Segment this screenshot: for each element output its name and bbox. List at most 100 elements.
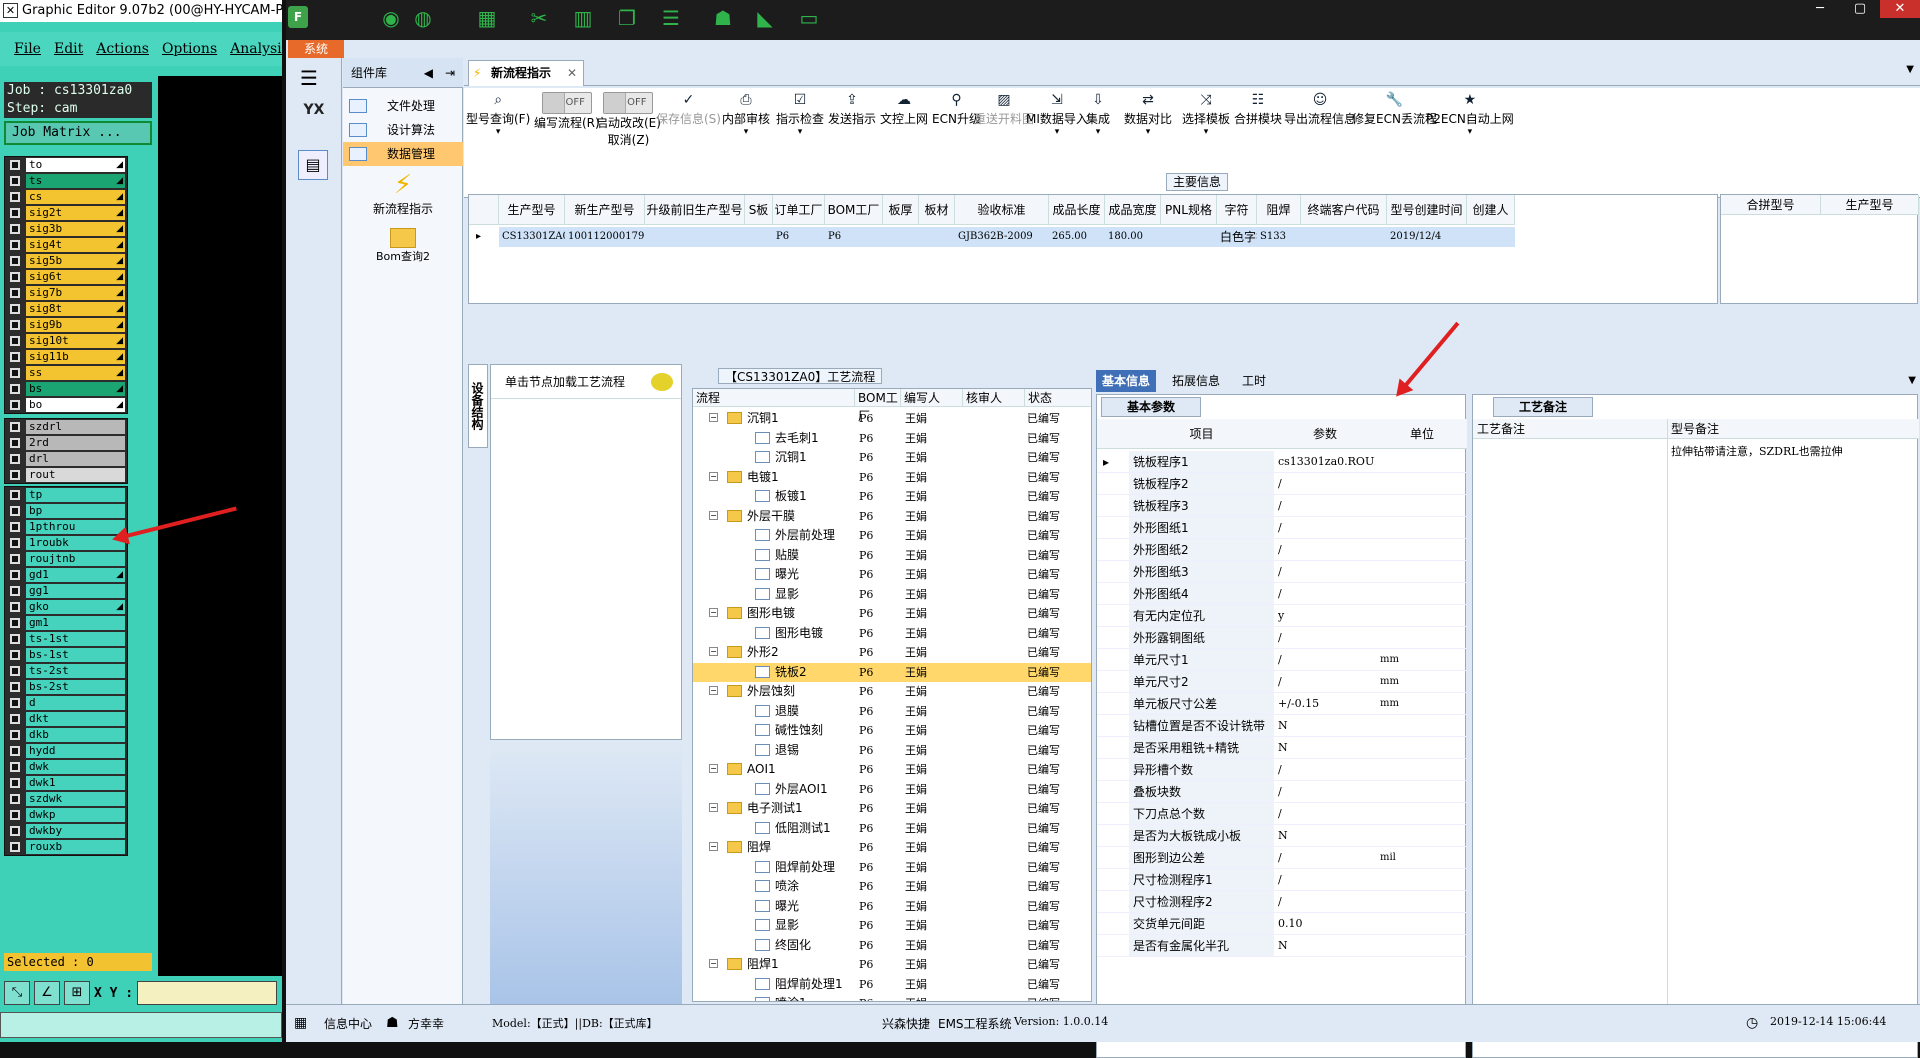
user-tool-icon[interactable]: ☗ [710,6,736,30]
layer-row[interactable]: d [5,695,127,711]
layer-row[interactable]: szdrl [5,419,127,435]
layer-row[interactable]: hydd [5,743,127,759]
nav-item-file[interactable]: 文件处理 [343,94,463,118]
dropdown-arrow-icon[interactable]: ▾ [1426,127,1514,137]
grid-icon[interactable]: ▦ [294,1015,307,1031]
param-value[interactable]: / [1275,495,1375,517]
layer-name[interactable]: dkt [26,712,125,726]
tree-row[interactable]: − 图形电镀 P6 王娟 已编写 [693,604,1091,623]
ribbon-button[interactable]: ☷ 合拼模块 [1234,92,1282,184]
param-value[interactable]: / [1275,781,1375,803]
layer-row[interactable]: dwk [5,759,127,775]
layer-row[interactable]: dwkp [5,807,127,823]
layer-name[interactable]: ts-2st [26,664,125,678]
layer-checkbox[interactable] [10,634,20,644]
ribbon-button[interactable]: 🔧 修复ECN丢流程 [1352,92,1437,184]
system-tab[interactable]: 系统 [288,40,344,58]
tab-new-process[interactable]: ⚡ 新流程指示 ✕ [468,60,584,86]
layer-checkbox[interactable] [10,470,20,480]
layer-checkbox[interactable] [10,506,20,516]
layer-checkbox[interactable] [10,538,20,548]
column-header[interactable]: 升级前旧生产型号 [645,195,745,225]
layer-checkbox[interactable] [10,320,20,330]
param-row[interactable]: 下刀点总个数 / [1097,803,1467,825]
layer-row[interactable]: roujtnb [5,551,127,567]
grid-cell[interactable]: CS13301ZA0 [499,227,565,247]
tabbar-dropdown-icon[interactable]: ▼ [1906,64,1914,75]
layer-name[interactable]: rouxb [26,840,125,854]
param-row[interactable]: 尺寸检测程序1/ [1097,869,1467,891]
layer-checkbox[interactable] [10,618,20,628]
param-row[interactable]: 外形图纸2/ [1097,539,1467,561]
ribbon-button[interactable]: ⇲ MI数据导入 ▾ [1026,92,1088,184]
layer-row[interactable]: tp [5,487,127,503]
layer-row[interactable]: sig5b ◢ [5,253,127,269]
layer-row[interactable]: 1pthrou [5,519,127,535]
column-header[interactable]: PNL规格 [1161,195,1217,225]
copy-tool-icon[interactable]: ❐ [614,6,640,30]
tree-row[interactable]: 退锡 P6 王娟 已编写 [693,741,1091,760]
column-header[interactable]: 成品宽度 [1105,195,1161,225]
param-row[interactable]: 钻槽位置是否不设计铣带 N [1097,715,1467,737]
layer-row[interactable]: 1roubk [5,535,127,551]
layer-name[interactable]: bs-1st [26,648,125,662]
layer-row[interactable]: dwkby [5,823,127,839]
tree-row[interactable]: 退膜 P6 王娟 已编写 [693,702,1091,721]
layer-name[interactable]: sig2t [26,206,125,220]
chart-tool-icon[interactable]: ◣ [752,6,778,30]
param-value[interactable]: / [1275,517,1375,539]
layer-checkbox[interactable] [10,490,20,500]
grid-cell[interactable]: 10011200017906 [565,227,645,247]
param-value[interactable]: / [1275,671,1375,693]
param-row[interactable]: 是否有金属化半孔 N [1097,935,1467,957]
layer-checkbox[interactable] [10,730,20,740]
layer-checkbox[interactable] [10,778,20,788]
ribbon-button[interactable]: ⇄ 数据对比 ▾ [1124,92,1172,184]
maximize-icon[interactable]: ▢ [1840,0,1880,18]
layer-row[interactable]: sig7b ◢ [5,285,127,301]
layer-checkbox[interactable] [10,666,20,676]
menu-icon[interactable]: ☰ [300,66,318,90]
layer-row[interactable]: cs ◢ [5,189,127,205]
layer-name[interactable]: sig11b [26,350,125,364]
grid-cell[interactable]: GJB362B-2009 [955,227,1049,247]
layer-name[interactable]: szdrl [26,420,125,434]
collapse-toggle-icon[interactable]: − [709,764,718,773]
column-header[interactable]: 编写人 [901,389,963,407]
layer-checkbox[interactable] [10,810,20,820]
layer-name[interactable]: sig7b [26,286,125,300]
info-dropdown-icon[interactable]: ▼ [1902,370,1920,392]
param-row[interactable]: 外形露铜图纸 / [1097,627,1467,649]
param-value[interactable]: / [1275,583,1375,605]
dropdown-arrow-icon[interactable]: ▾ [722,127,770,137]
tree-row[interactable]: 阻焊前处理 P6 王娟 已编写 [693,858,1091,877]
layer-row[interactable]: sig8t ◢ [5,301,127,317]
tree-row[interactable]: 阻焊前处理1 P6 王娟 已编写 [693,975,1091,994]
globe-tool-icon[interactable]: ◍ [410,6,436,30]
layer-name[interactable]: sig3b [26,222,125,236]
param-value[interactable]: / [1275,627,1375,649]
collapse-toggle-icon[interactable]: − [709,959,718,968]
tree-row[interactable]: 铣板2 P6 王娟 已编写 [693,662,1091,682]
layer-checkbox[interactable] [10,650,20,660]
param-value[interactable]: / [1275,473,1375,495]
tree-row[interactable]: 喷涂 P6 王娟 已编写 [693,877,1091,896]
tree-row[interactable]: 终固化 P6 王娟 已编写 [693,936,1091,955]
toggle-switch[interactable]: OFF [541,92,592,114]
column-header[interactable]: 验收标准 [955,195,1049,225]
layer-row[interactable]: dkb [5,727,127,743]
collapse-toggle-icon[interactable]: − [709,510,718,520]
param-row[interactable]: 有无内定位孔 y [1097,605,1467,627]
column-header[interactable]: 创建人 [1467,195,1515,225]
tree-row[interactable]: 低阻测试1 P6 王娟 已编写 [693,819,1091,838]
info-center-label[interactable]: 信息中心 [324,1015,372,1032]
layer-row[interactable]: sig9b ◢ [5,317,127,333]
layer-row[interactable]: bs-1st [5,647,127,663]
layer-checkbox[interactable] [10,160,20,170]
param-row[interactable]: 交货单元间距 0.10 [1097,913,1467,935]
collapse-toggle-icon[interactable]: − [709,647,718,656]
tree-row[interactable]: 曝光 P6 王娟 已编写 [693,565,1091,584]
layer-row[interactable]: gd1 ◢ [5,567,127,583]
tree-row[interactable]: 显影 P6 王娟 已编写 [693,916,1091,935]
param-row[interactable]: 外形图纸3/ [1097,561,1467,583]
